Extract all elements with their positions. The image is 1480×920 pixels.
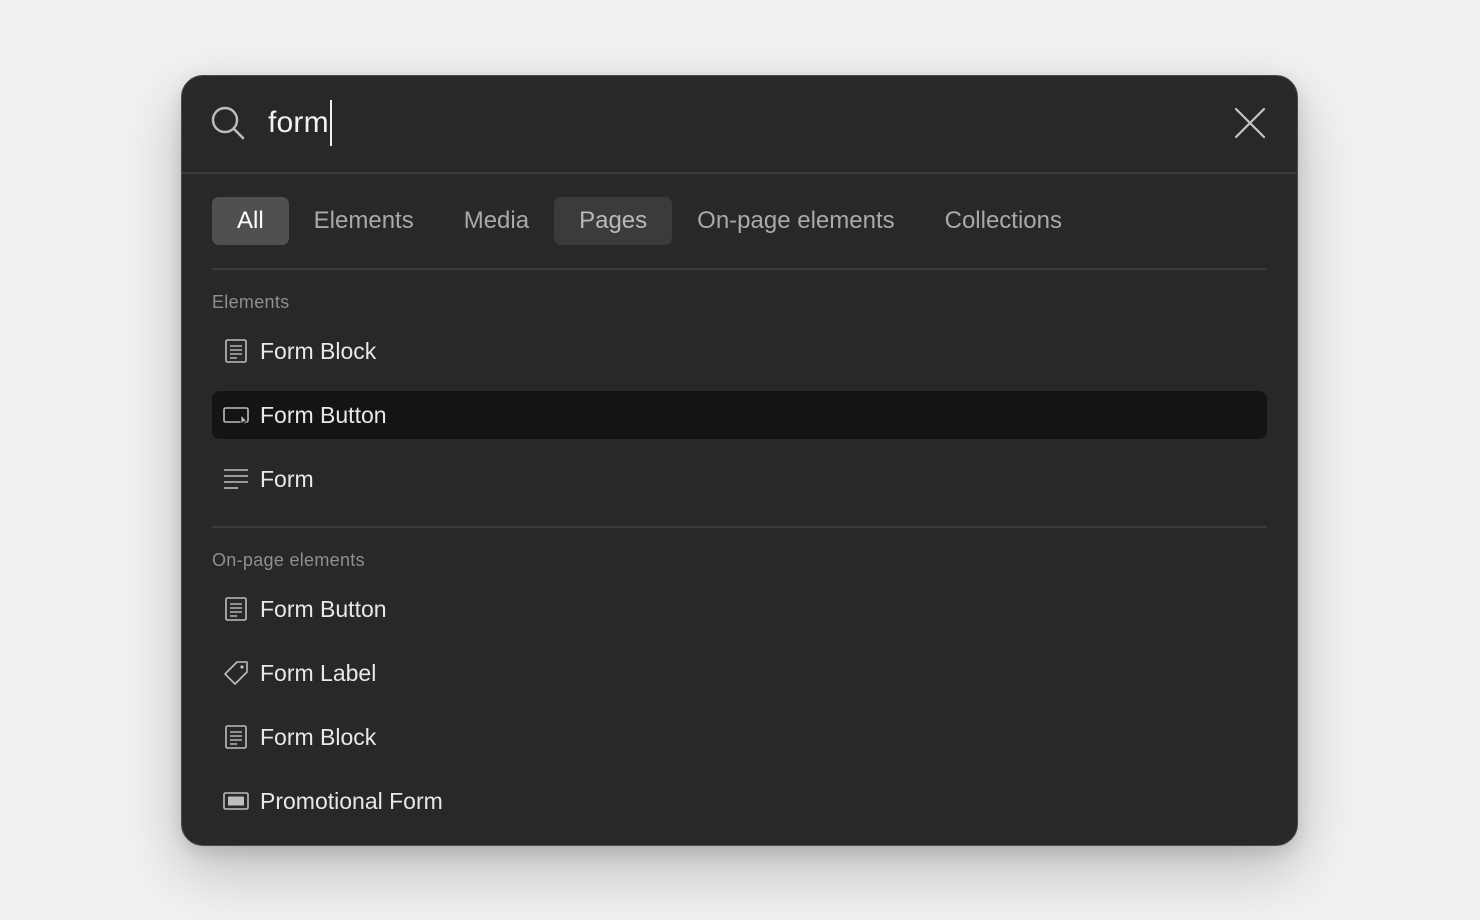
search-bar: form [182,76,1297,174]
list-item[interactable]: Form [212,455,1267,503]
section-label-on-page-elements: On-page elements [212,550,365,570]
list-item-label: Form Label [260,659,377,686]
list-item[interactable]: Form Button [212,585,1267,633]
form-block-icon [225,725,247,749]
promo-form-icon [223,792,249,810]
list-item[interactable]: Form Button [212,391,1267,439]
list-item-label: Form Block [260,337,377,364]
tag-icon [224,661,248,685]
tabs-divider [212,268,1267,270]
list-item[interactable]: Promotional Form [212,777,1267,825]
search-icon [211,106,245,140]
section-label-elements: Elements [212,292,290,312]
list-item-label: Form [260,465,314,492]
filter-tabs: All Elements Media Pages On-page element… [212,197,1087,245]
tab-collections[interactable]: Collections [920,197,1087,245]
tab-on-page-elements[interactable]: On-page elements [672,197,919,245]
list-item[interactable]: Form Label [212,649,1267,697]
text-lines-icon [224,469,248,489]
form-button-icon [223,407,249,426]
tab-pages[interactable]: Pages [554,197,673,245]
list-item-label: Form Button [260,401,387,428]
list-item-label: Promotional Form [260,787,443,814]
form-block-icon [225,339,247,363]
search-dialog: form All Elements Media Pages On-page el… [181,75,1298,846]
tab-media[interactable]: Media [439,197,554,245]
list-item[interactable]: Form Block [212,327,1267,375]
tab-all[interactable]: All [212,197,289,245]
list-item[interactable]: Form Block [212,713,1267,761]
tab-elements[interactable]: Elements [289,197,439,245]
section-divider [212,526,1267,528]
list-item-label: Form Button [260,595,387,622]
text-caret [329,100,332,146]
search-input[interactable]: form [268,98,332,148]
close-icon[interactable] [1233,106,1267,140]
search-input-value: form [268,106,329,139]
list-item-label: Form Block [260,723,377,750]
form-block-icon [225,597,247,621]
